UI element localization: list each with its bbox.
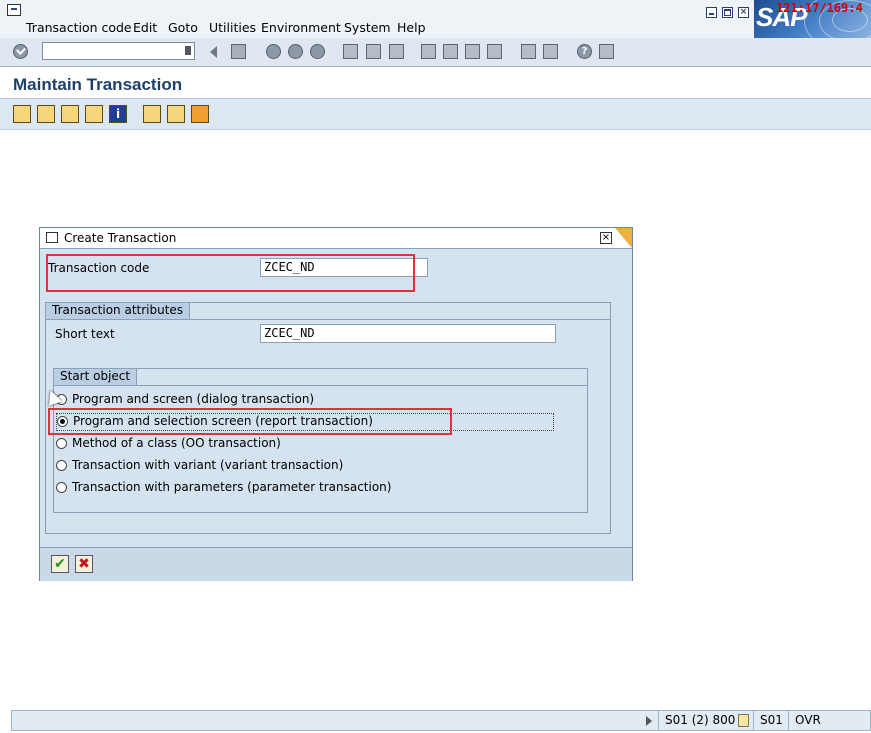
- radio-button[interactable]: [56, 482, 67, 493]
- radio-button[interactable]: [56, 460, 67, 471]
- sap-logo: SAP 121:17/169:4: [754, 0, 871, 40]
- page-title: Maintain Transaction: [13, 75, 183, 94]
- radio-option-dialog-transaction[interactable]: Program and screen (dialog transaction): [56, 391, 556, 409]
- prev-page-icon[interactable]: [443, 44, 458, 59]
- radio-label: Transaction with variant (variant transa…: [72, 458, 344, 472]
- minimize-icon[interactable]: [706, 7, 717, 18]
- help-icon[interactable]: ?: [577, 44, 592, 59]
- menu-goto[interactable]: Goto: [168, 20, 198, 35]
- next-page-icon[interactable]: [465, 44, 480, 59]
- menu-transaction-code[interactable]: Transaction code: [26, 20, 132, 35]
- highlight-box-transaction-code: [46, 254, 415, 292]
- where-used-icon[interactable]: [85, 105, 103, 123]
- find-icon[interactable]: [366, 44, 381, 59]
- maximize-icon[interactable]: [722, 7, 733, 18]
- response-time-display: 121:17/169:4: [776, 1, 863, 15]
- radio-label: Method of a class (OO transaction): [72, 436, 281, 450]
- radio-option-oo-transaction[interactable]: Method of a class (OO transaction): [56, 435, 556, 453]
- radio-option-parameter-transaction[interactable]: Transaction with parameters (parameter t…: [56, 479, 556, 497]
- application-toolbar: i: [0, 99, 871, 130]
- enter-icon[interactable]: [13, 44, 28, 59]
- short-text-field[interactable]: ZCEC_ND: [260, 324, 556, 343]
- title-area: Maintain Transaction: [0, 67, 871, 99]
- shortcut-icon[interactable]: [543, 44, 558, 59]
- display-navigation-window-icon[interactable]: [37, 105, 55, 123]
- system-menu-icon[interactable]: [7, 4, 21, 16]
- exit-icon[interactable]: [288, 44, 303, 59]
- standard-toolbar: ?: [0, 38, 871, 67]
- radio-button[interactable]: [56, 438, 67, 449]
- start-object-title: Start object: [54, 369, 138, 386]
- dialog-corner-decoration: [615, 228, 632, 248]
- radio-option-variant-transaction[interactable]: Transaction with variant (variant transa…: [56, 457, 556, 475]
- test-icon[interactable]: [191, 105, 209, 123]
- radio-label: Program and screen (dialog transaction): [72, 392, 315, 406]
- delete-icon[interactable]: [143, 105, 161, 123]
- new-session-icon[interactable]: [521, 44, 536, 59]
- collapse-icon[interactable]: [210, 46, 217, 58]
- highlight-box-report-transaction: [48, 408, 452, 435]
- layout-icon[interactable]: [599, 44, 614, 59]
- status-mode: OVR: [788, 711, 835, 730]
- menu-utilities[interactable]: Utilities: [209, 20, 256, 35]
- dialog-window-icon: [46, 232, 58, 243]
- print-icon[interactable]: [343, 44, 358, 59]
- cancel-icon[interactable]: [310, 44, 325, 59]
- other-object-icon[interactable]: [61, 105, 79, 123]
- back-icon[interactable]: [266, 44, 281, 59]
- first-page-icon[interactable]: [421, 44, 436, 59]
- display-object-list-icon[interactable]: [13, 105, 31, 123]
- find-next-icon[interactable]: [389, 44, 404, 59]
- last-page-icon[interactable]: [487, 44, 502, 59]
- save-icon[interactable]: [231, 44, 246, 59]
- menu-bar: Transaction code Edit Goto Utilities Env…: [0, 0, 871, 39]
- dialog-footer: ✔ ✖: [40, 547, 632, 581]
- menu-environment[interactable]: Environment: [261, 20, 341, 35]
- copy-icon[interactable]: [167, 105, 185, 123]
- info-icon[interactable]: i: [109, 105, 127, 123]
- close-window-icon[interactable]: ×: [738, 7, 749, 18]
- transaction-attributes-title: Transaction attributes: [46, 303, 191, 320]
- menu-help[interactable]: Help: [397, 20, 426, 35]
- dialog-title: Create Transaction: [64, 231, 177, 245]
- menu-edit[interactable]: Edit: [133, 20, 157, 35]
- continue-icon[interactable]: ✔: [51, 555, 69, 573]
- short-text-label: Short text: [55, 327, 115, 341]
- radio-label: Transaction with parameters (parameter t…: [72, 480, 392, 494]
- dialog-close-icon[interactable]: ×: [600, 232, 612, 244]
- start-object-group: Start object Program and screen (dialog …: [53, 368, 588, 513]
- create-transaction-dialog: Create Transaction × Transaction code ZC…: [39, 227, 633, 581]
- status-expand-icon[interactable]: [646, 716, 652, 726]
- cancel-dialog-icon[interactable]: ✖: [75, 555, 93, 573]
- command-dropdown-icon[interactable]: [185, 46, 191, 55]
- command-field[interactable]: [42, 42, 195, 60]
- status-bar: S01 (2) 800 S01 OVR: [11, 710, 871, 731]
- menu-system[interactable]: System: [344, 20, 391, 35]
- status-session: S01 (2) 800: [658, 711, 749, 730]
- dialog-titlebar: Create Transaction ×: [40, 228, 632, 249]
- status-indicator-icon[interactable]: [738, 714, 749, 727]
